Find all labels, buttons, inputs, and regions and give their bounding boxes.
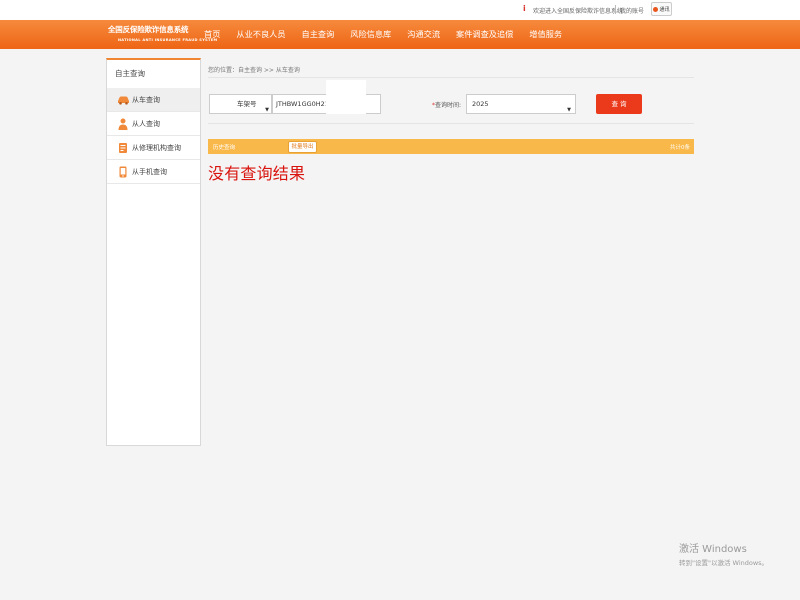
site-logo[interactable]: 全国反保险欺诈信息系统 NATIONAL ANTI INSURANCE FRAU… [108,20,218,49]
chevron-down-icon: ▼ [567,107,571,113]
nav-menu: 首页 从业不良人员 自主查询 风险信息库 沟通交流 案件调查及追偿 增值服务 [196,20,570,49]
breadcrumb: 您的位置：自主查询 >> 从车查询 [208,67,300,74]
main-navbar: 全国反保险欺诈信息系统 NATIONAL ANTI INSURANCE FRAU… [0,20,800,49]
welcome-text: 欢迎进入全国反保险欺诈信息系统 [533,8,624,15]
alert-icon: i [523,4,526,13]
query-button[interactable]: 查 询 [596,94,642,114]
query-time-text: 查询时间: [435,102,462,109]
main-content: 您的位置：自主查询 >> 从车查询 车架号 ▼ JTHBW1GG0H2171 *… [208,58,694,183]
my-account-link[interactable]: 我的账号 [620,6,644,15]
logo-en-text: NATIONAL ANTI INSURANCE FRAUD SYSTEM [118,38,218,42]
sidebar-item-person-query[interactable]: 从人查询 [107,112,200,136]
bell-icon [653,6,659,12]
nav-item-bad-practitioners[interactable]: 从业不良人员 [228,20,293,49]
repair-shop-icon [116,141,130,155]
nav-item-case-investigation[interactable]: 案件调查及追偿 [448,20,521,49]
breadcrumb-divider [208,77,694,78]
chevron-down-icon: ▼ [265,107,269,113]
query-type-select[interactable]: 车架号 ▼ [209,94,272,114]
query-type-value: 车架号 [237,100,257,108]
masked-area [326,80,366,114]
query-time-label: *查询时间: [432,100,461,109]
sidebar-item-phone-query[interactable]: 从手机查询 [107,160,200,184]
notify-button[interactable]: 通讯 [651,2,672,16]
nav-item-home[interactable]: 首页 [196,20,228,49]
sidebar-item-repair-shop-query[interactable]: 从修理机构查询 [107,136,200,160]
nav-item-value-added[interactable]: 增值服务 [521,20,570,49]
no-result-message: 没有查询结果 [208,164,306,183]
logo-cn-text: 全国反保险欺诈信息系统 [108,25,189,34]
nav-item-self-query[interactable]: 自主查询 [294,20,343,49]
sidebar-item-label: 从修理机构查询 [132,143,181,152]
batch-export-button[interactable]: 批量导出 [288,141,317,153]
sidebar-title: 自主查询 [115,69,145,78]
search-divider [208,123,694,124]
topbar-separator [615,5,616,14]
activation-title: 激活 Windows [679,544,747,555]
year-select[interactable]: 2025 ▼ [466,94,576,114]
car-icon [116,93,130,107]
sidebar-item-vehicle-query[interactable]: 从车查询 [107,88,200,112]
top-utility-bar: i 欢迎进入全国反保险欺诈信息系统 我的账号 通讯 [0,0,800,29]
history-query-label[interactable]: 历史查询 [213,143,235,151]
phone-icon [116,165,130,179]
activation-subtitle: 转到"设置"以激活 Windows。 [679,559,769,567]
sidebar-item-label: 从人查询 [132,119,160,128]
sidebar: 自主查询 从车查询 从人查询 从修理机构查询 从手机查询 [106,58,201,446]
notify-label: 通讯 [659,6,670,13]
nav-item-risk-database[interactable]: 风险信息库 [342,20,399,49]
sidebar-item-label: 从手机查询 [132,167,167,176]
sidebar-item-label: 从车查询 [132,95,160,104]
result-count: 共计0条 [670,145,690,151]
result-header-bar: 历史查询 批量导出 共计0条 [208,139,694,154]
person-icon [116,117,130,131]
nav-item-communication[interactable]: 沟通交流 [399,20,448,49]
windows-activation-notice: 激活 Windows 转到"设置"以激活 Windows。 [679,540,768,567]
year-value: 2025 [472,100,489,108]
